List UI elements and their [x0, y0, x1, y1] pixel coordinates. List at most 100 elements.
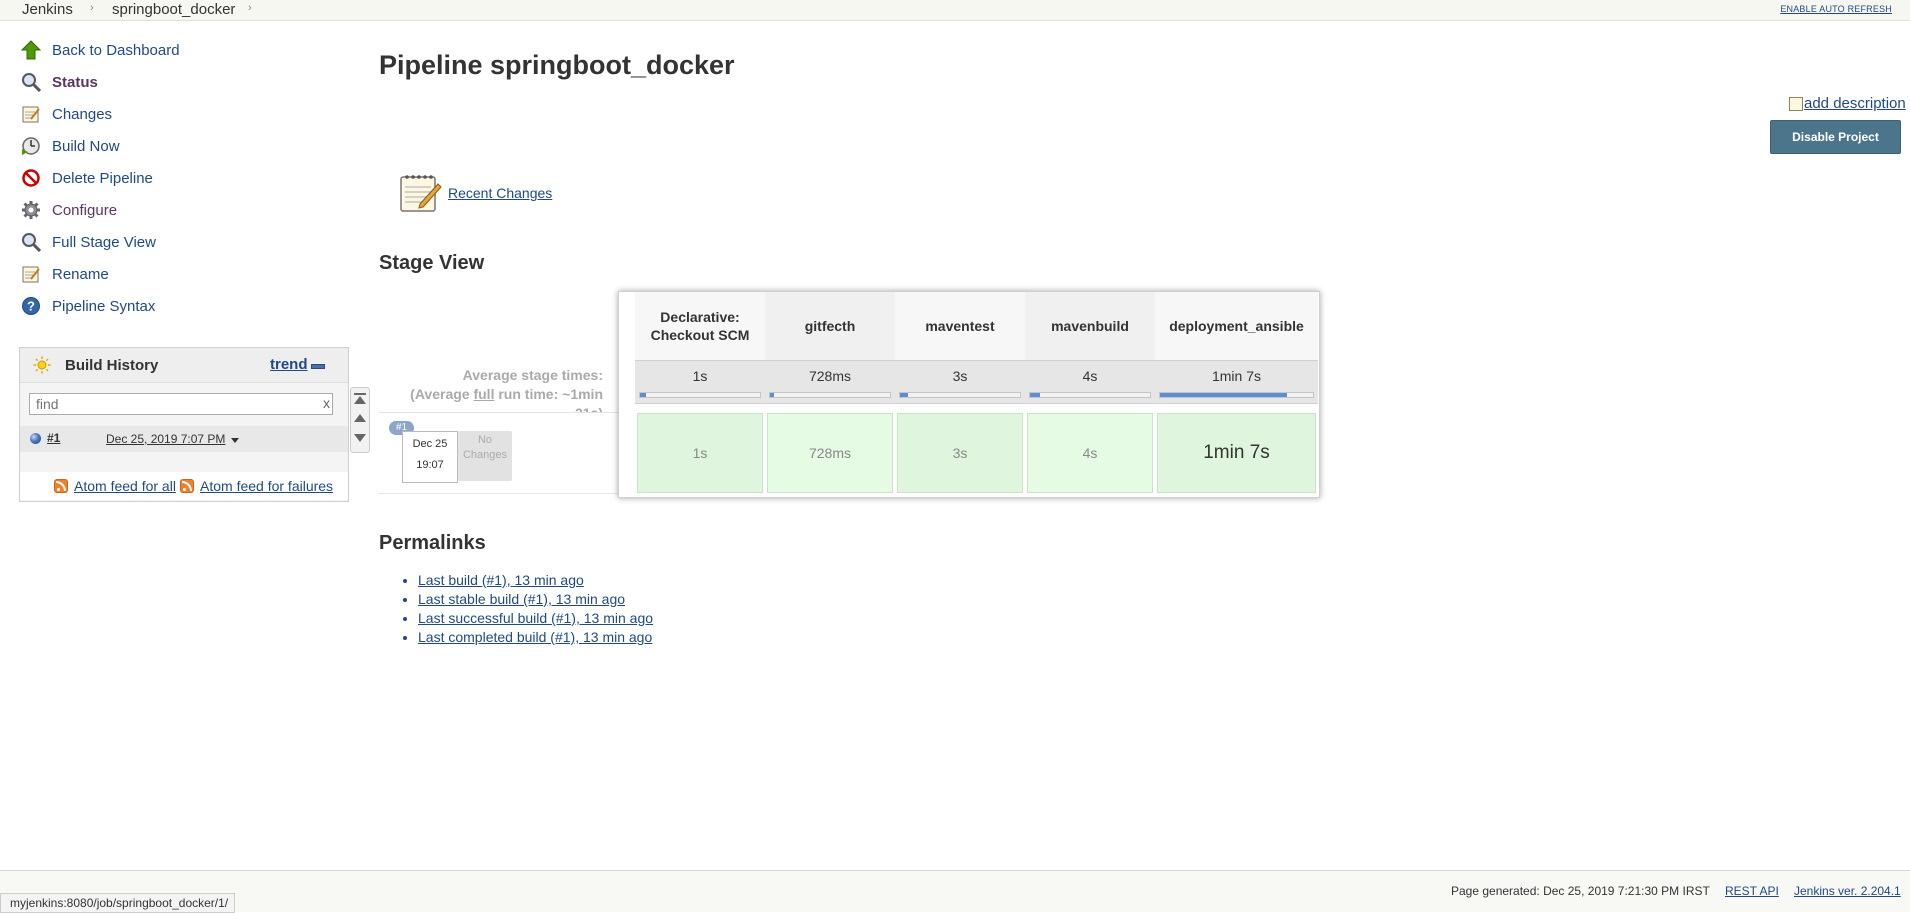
stage-average-time: 1s: [692, 368, 708, 384]
scroll-down-icon[interactable]: [354, 434, 366, 442]
trend-icon[interactable]: [311, 364, 325, 369]
permalink-last-build[interactable]: Last build (#1), 13 min ago: [418, 572, 584, 588]
clear-search-icon[interactable]: x: [323, 395, 330, 411]
breadcrumb-job[interactable]: springboot_docker: [112, 1, 235, 18]
enable-auto-refresh-link[interactable]: ENABLE AUTO REFRESH: [1780, 4, 1892, 14]
sidebar-item-changes[interactable]: Changes: [20, 102, 320, 126]
stage-cell-deployment-ansible[interactable]: 1min 7s: [1157, 413, 1316, 493]
stage-average-bar: [639, 392, 761, 398]
stage-average: 728ms: [765, 360, 895, 404]
build-status-ball-icon: [30, 433, 41, 444]
sidebar-item-status[interactable]: Status: [20, 70, 320, 94]
no-entry-icon: [20, 167, 42, 189]
add-description[interactable]: add description: [1789, 95, 1906, 112]
sidebar-item-label[interactable]: Pipeline Syntax: [52, 298, 155, 315]
add-description-link[interactable]: add description: [1804, 95, 1906, 112]
breadcrumb-separator-icon: ›: [248, 2, 252, 14]
permalinks-list: Last build (#1), 13 min ago Last stable …: [403, 571, 653, 647]
run-changes-box: No Changes: [458, 431, 512, 481]
atom-feed-all-link[interactable]: Atom feed for all: [74, 478, 176, 494]
stage-header-gitfecth: gitfecth: [765, 292, 895, 360]
stage-average-bar: [769, 392, 891, 398]
stage-average-bar: [1029, 392, 1151, 398]
breadcrumb-separator-icon: ›: [90, 2, 94, 14]
sidebar-item-label[interactable]: Configure: [52, 202, 117, 219]
breadcrumb-jenkins[interactable]: Jenkins: [22, 1, 73, 18]
sidebar-item-pipeline-syntax[interactable]: ? Pipeline Syntax: [20, 294, 320, 318]
stage-cell-mavenbuild[interactable]: 4s: [1027, 413, 1153, 493]
page-title: Pipeline springboot_docker: [379, 50, 735, 80]
full-run-link[interactable]: full: [473, 386, 494, 402]
sidebar-item-label[interactable]: Full Stage View: [52, 234, 156, 251]
list-item: Last stable build (#1), 13 min ago: [418, 590, 653, 609]
sidebar-item-label[interactable]: Back to Dashboard: [52, 42, 180, 59]
sun-icon: [33, 356, 51, 378]
breadcrumb: Jenkins › springboot_docker › ENABLE AUT…: [0, 0, 1910, 21]
scroll-up-icon[interactable]: [354, 414, 366, 422]
sidebar-item-back-to-dashboard[interactable]: Back to Dashboard: [20, 38, 320, 62]
sidebar-item-delete-pipeline[interactable]: Delete Pipeline: [20, 166, 320, 190]
stage-average-bar-fill: [1030, 393, 1040, 397]
build-search-input[interactable]: [29, 393, 333, 415]
recent-changes-link[interactable]: Recent Changes: [448, 185, 552, 201]
sidebar-item-label[interactable]: Rename: [52, 266, 109, 283]
stage-view-title: Stage View: [379, 252, 485, 274]
stage-average-bar-fill: [900, 393, 909, 397]
sidebar-item-build-now[interactable]: Build Now: [20, 134, 320, 158]
scroll-top-arrow-icon[interactable]: [354, 396, 366, 404]
stage-header-deployment-ansible: deployment_ansible: [1155, 292, 1318, 360]
sidebar-item-label[interactable]: Delete Pipeline: [52, 170, 153, 187]
sidebar-item-label[interactable]: Build Now: [52, 138, 120, 155]
build-history-title: Build History: [65, 357, 159, 374]
jenkins-version-link[interactable]: Jenkins ver. 2.204.1: [1794, 884, 1901, 898]
disable-project-button[interactable]: Disable Project: [1770, 120, 1901, 154]
build-history-scroll-controls: [350, 387, 370, 453]
stage-average-time: 1min 7s: [1211, 368, 1262, 384]
build-date-link[interactable]: Dec 25, 2019 7:07 PM: [106, 432, 225, 446]
trend-link[interactable]: trend: [270, 356, 308, 373]
stage-cell-checkout-scm[interactable]: 1s: [637, 413, 763, 493]
run-date: Dec 25: [412, 438, 448, 450]
rss-feed-icon[interactable]: [180, 479, 194, 493]
atom-feed-failures-link[interactable]: Atom feed for failures: [200, 478, 333, 494]
stage-cell-maventest[interactable]: 3s: [897, 413, 1023, 493]
list-item: Last build (#1), 13 min ago: [418, 571, 653, 590]
build-number-link[interactable]: #1: [47, 431, 60, 445]
gear-icon: [20, 199, 42, 221]
stage-average-bar: [899, 392, 1021, 398]
sidebar-item-full-stage-view[interactable]: Full Stage View: [20, 230, 320, 254]
scroll-top-icon[interactable]: [354, 393, 366, 395]
run-time: 19:07: [416, 459, 444, 471]
stage-average: 1min 7s: [1155, 360, 1318, 404]
average-stage-times-text: Average stage times:: [462, 367, 603, 383]
list-item: Last completed build (#1), 13 min ago: [418, 628, 653, 647]
stage-average: 1s: [635, 360, 765, 404]
sidebar-item-label[interactable]: Changes: [52, 106, 112, 123]
edit-icon: [1789, 96, 1803, 111]
permalink-last-successful-build[interactable]: Last successful build (#1), 13 min ago: [418, 610, 653, 626]
notepad-icon: [20, 263, 42, 285]
help-icon: ?: [20, 295, 42, 317]
stage-average: 4s: [1025, 360, 1155, 404]
permalink-last-stable-build[interactable]: Last stable build (#1), 13 min ago: [418, 591, 625, 607]
list-item: Last successful build (#1), 13 min ago: [418, 609, 653, 628]
notepad-icon: [20, 103, 42, 125]
build-row[interactable]: #1 Dec 25, 2019 7:07 PM: [20, 426, 348, 452]
stage-header-checkout-scm: Declarative: Checkout SCM: [635, 292, 765, 360]
stage-cell-gitfecth[interactable]: 728ms: [767, 413, 893, 493]
sidebar-item-configure[interactable]: Configure: [20, 198, 320, 222]
sidebar-item-rename[interactable]: Rename: [20, 262, 320, 286]
notepad-icon: [398, 171, 442, 219]
chevron-down-icon[interactable]: [231, 438, 239, 443]
run-date-box[interactable]: Dec 25 19:07: [402, 431, 458, 483]
rss-feed-icon[interactable]: [54, 479, 68, 493]
permalink-last-completed-build[interactable]: Last completed build (#1), 13 min ago: [418, 629, 652, 645]
build-history-header: Build History trend: [20, 348, 348, 383]
sidebar-item-label[interactable]: Status: [52, 74, 98, 91]
stage-average-time: 728ms: [808, 368, 852, 384]
page-generated-text: Page generated: Dec 25, 2019 7:21:30 PM …: [1451, 884, 1710, 898]
build-history-panel: Build History trend x #1 Dec 25, 2019 7:…: [19, 347, 349, 502]
permalinks-title: Permalinks: [379, 532, 486, 554]
stage-average-time: 3s: [952, 368, 968, 384]
rest-api-link[interactable]: REST API: [1725, 884, 1779, 898]
